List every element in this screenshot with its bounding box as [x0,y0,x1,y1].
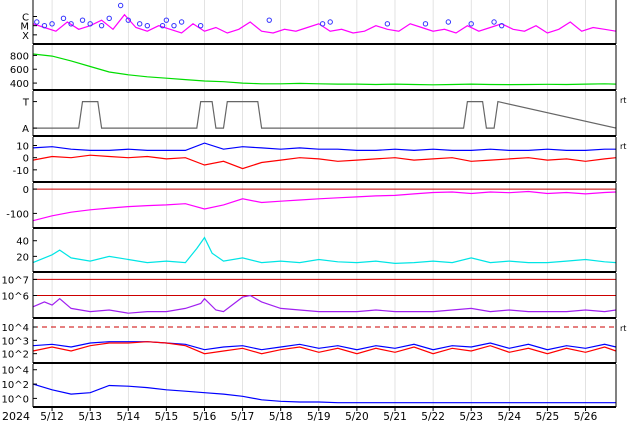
x-tick-label: 5/24 [498,411,522,423]
x-tick-label: 5/23 [459,411,483,423]
panel-high_energy: 10^0 10^2 10^4 [2,364,617,408]
y-tick-label: T [22,98,30,109]
x-axis: 5/12 5/13 5/14 5/15 5/16 5/17 5/18 5/19 5/20 5/21… [40,407,598,423]
x-tick-label: 5/25 [536,411,560,423]
year-label: 2024 [2,410,30,423]
y-tick-label: 400 [10,79,29,90]
space-weather-chart-stack: XMC400600800AT rt-10010 rt-1000204010^610^… [2,0,626,423]
panel-field: -10010 rt [13,137,626,183]
panel-background [33,91,616,136]
x-tick-label: 5/22 [421,411,445,423]
x-tick-label: 5/16 [193,411,217,423]
panel-right-label: rt [620,142,626,151]
panel-group: XMC400600800AT rt-10010 rt-1000204010^610^… [2,0,626,408]
y-tick-label: 10^4 [2,366,29,377]
panel-background [33,183,616,228]
x-tick-label: 5/19 [307,411,331,423]
y-tick-label: C [22,13,29,24]
y-tick-label: 0 [23,185,29,196]
y-tick-label: 10 [16,142,29,153]
panel-right-label: rt [620,96,626,105]
y-tick-label: -100 [6,209,29,220]
x-tick-label: 5/20 [345,411,369,423]
panel-right-label: rt [620,324,626,333]
x-tick-label: 5/18 [269,411,293,423]
x-tick-label: 5/21 [383,411,407,423]
panel-electrons: 10^6 10^7 [2,273,617,319]
panel-density: 2040 [16,229,617,273]
x-tick-label: 5/13 [78,411,102,423]
panel-protons: 10^2 10^3 10^4 rt [2,319,626,364]
x-tick-label: 5/26 [574,411,598,423]
y-tick-label: 600 [10,65,29,76]
panel-events: XMC [20,0,617,45]
panel-polarity: A T rt [22,91,626,137]
panel-background [33,319,616,363]
y-tick-label: 10^2 [2,380,29,391]
y-tick-label: 10^7 [2,275,29,286]
x-tick-label: 5/12 [40,411,64,423]
y-tick-label: 10^2 [2,350,29,361]
panel-dst: -100 0 [6,183,617,229]
panel-background [33,229,616,272]
panel-speed: 400 600 800 [10,45,617,91]
y-tick-label: 40 [16,237,29,248]
x-tick-label: 5/15 [155,411,179,423]
y-tick-label: 10^6 [2,292,29,303]
y-tick-label: -10 [13,166,29,177]
y-tick-label: 10^0 [2,394,29,405]
y-tick-label: 0 [23,154,29,165]
y-tick-label: 10^4 [2,323,29,334]
x-tick-label: 5/17 [231,411,255,423]
y-tick-label: A [22,124,29,135]
y-tick-label: 20 [16,252,29,263]
panel-background [33,45,616,90]
y-tick-label: 10^3 [2,336,29,347]
y-tick-label: 800 [10,51,29,62]
x-tick-label: 5/14 [116,411,140,423]
